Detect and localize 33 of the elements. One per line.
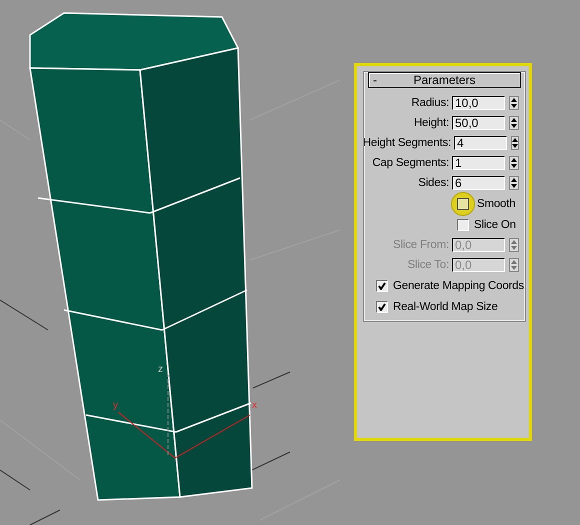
grid-line [0, 300, 48, 330]
checkbox-label: Smooth [477, 198, 516, 210]
rollout-header[interactable]: - Parameters [368, 72, 521, 88]
number-field[interactable]: 50,0 [452, 116, 505, 130]
field-label: Cap Segments: [372, 157, 449, 169]
field-label: Slice From: [393, 239, 449, 251]
grid-line [252, 452, 290, 470]
checkbox[interactable] [376, 300, 388, 312]
axis-label: z [158, 364, 163, 375]
grid-line [30, 510, 60, 525]
spinner-arrows-icon[interactable] [511, 136, 519, 150]
field-label: Height: [414, 117, 449, 129]
axis-label: x [252, 400, 257, 411]
field-label: Slice To: [408, 259, 449, 271]
field-label: Radius: [411, 97, 449, 109]
checkbox-label: Generate Mapping Coords. [393, 280, 527, 292]
number-field[interactable]: 6 [452, 176, 505, 190]
field-label: Sides: [418, 177, 449, 189]
checkbox[interactable] [457, 218, 469, 230]
axis-label: y [113, 400, 118, 411]
spinner-arrows-icon[interactable] [509, 156, 519, 170]
checkbox-label: Slice On [474, 218, 516, 230]
checkbox[interactable] [376, 280, 388, 292]
spinner-arrows-icon[interactable] [509, 96, 519, 110]
grid-line [252, 372, 290, 388]
spinner-arrows-icon[interactable] [509, 116, 519, 130]
field-label: Height Segments: [362, 137, 451, 149]
number-field[interactable]: 4 [454, 136, 507, 150]
checkbox[interactable] [457, 198, 469, 210]
number-field[interactable]: 10,0 [452, 96, 505, 110]
number-field[interactable]: 1 [452, 156, 505, 170]
spinner-arrows-icon[interactable] [509, 176, 519, 190]
checkbox-label: Real-World Map Size [393, 300, 498, 312]
